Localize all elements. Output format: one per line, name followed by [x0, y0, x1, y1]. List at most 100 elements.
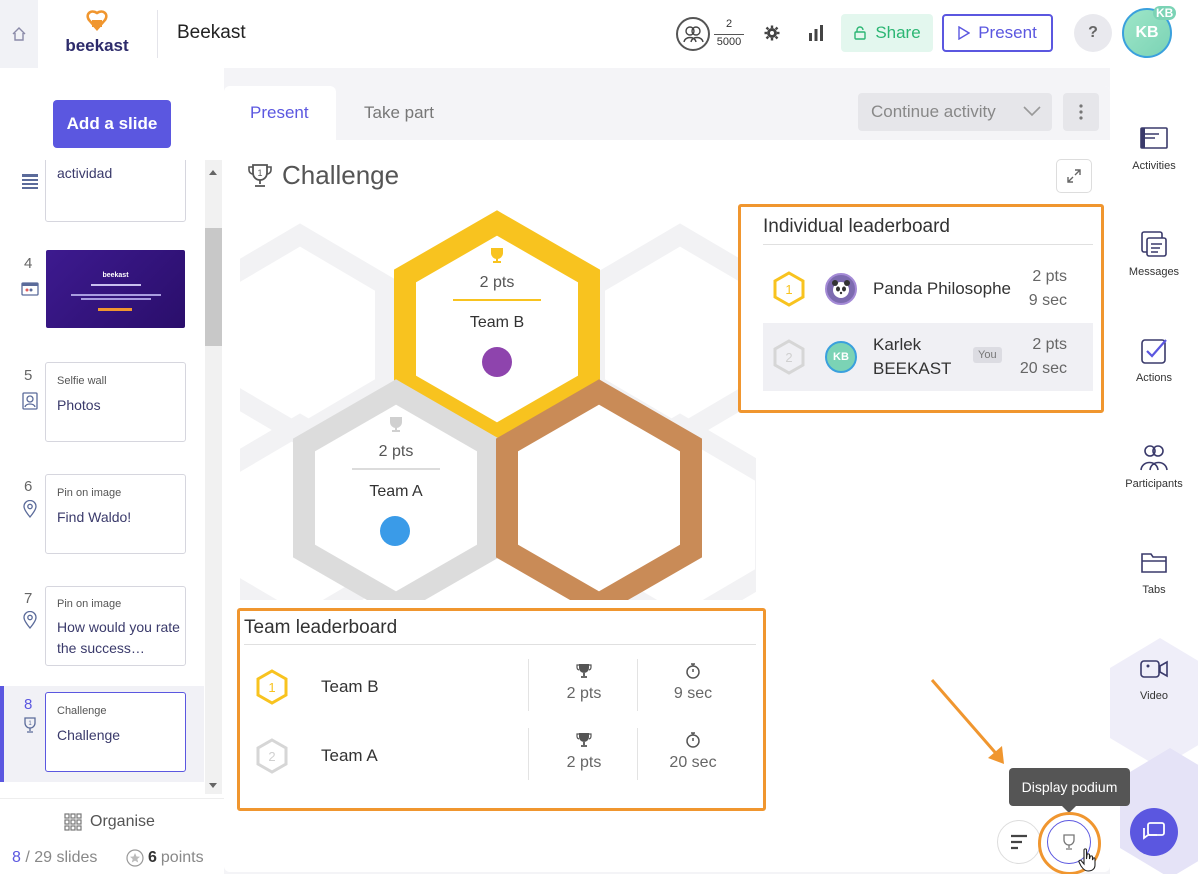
- video-icon: [1140, 660, 1168, 678]
- home-button[interactable]: [0, 0, 38, 68]
- share-label: Share: [875, 23, 921, 42]
- slide-type: Challenge: [57, 705, 107, 717]
- ranking-view-button[interactable]: [997, 820, 1041, 864]
- participant-time: 20 sec: [1019, 360, 1067, 377]
- team-points: 2 pts: [566, 685, 602, 702]
- slide-type: Selfie wall: [57, 375, 107, 387]
- rail-label: Tabs: [1142, 584, 1166, 596]
- slide-item-form[interactable]: Form actividad: [0, 160, 204, 224]
- add-slide-button[interactable]: Add a slide: [53, 100, 171, 148]
- slide-number: 7: [24, 590, 33, 607]
- svg-text:1: 1: [785, 282, 792, 297]
- current-slide-number: 8: [12, 849, 21, 866]
- slide-number: 4: [24, 255, 33, 272]
- participant-time: 9 sec: [1028, 292, 1067, 309]
- settings-button[interactable]: [758, 19, 786, 47]
- slide-item-5[interactable]: 5 Selfie wall Photos: [0, 360, 204, 450]
- slide-number: 8: [24, 696, 33, 713]
- slide-item-7[interactable]: 7 Pin on image How would you rate the su…: [0, 584, 204, 680]
- first-place-team: Team B: [470, 314, 524, 331]
- slide-type: Pin on image: [57, 598, 122, 610]
- team-row: 2 Team A 2 pts 20 sec: [240, 724, 763, 792]
- participant-points: 2 pts: [1032, 336, 1067, 353]
- rail-label: Activities: [1132, 160, 1176, 172]
- rail-item-tabs[interactable]: Tabs: [1110, 548, 1198, 596]
- scrollbar-thumb[interactable]: [205, 228, 222, 346]
- slide-thumbnail[interactable]: beekast: [46, 250, 185, 328]
- slide-title: Find Waldo!: [57, 509, 132, 525]
- points-value: 6: [148, 849, 157, 866]
- slide-card[interactable]: Challenge Challenge: [45, 692, 186, 772]
- pin-icon: [23, 500, 37, 518]
- participant-name: Panda Philosophe: [873, 279, 1012, 298]
- display-podium-tooltip: Display podium: [1009, 768, 1130, 806]
- first-place-team-dot: [482, 347, 512, 377]
- rail-item-video[interactable]: Video: [1110, 654, 1198, 702]
- play-icon: [958, 26, 971, 40]
- rail-item-participants[interactable]: Participants: [1110, 442, 1198, 490]
- scroll-down-icon[interactable]: [208, 782, 218, 790]
- slides-footer: Organise 8 / 29 slides 6 points: [0, 798, 224, 874]
- team-points-cell: 2 pts: [530, 661, 638, 703]
- panda-icon: [832, 280, 850, 298]
- team-time-cell: 20 sec: [639, 730, 747, 772]
- continue-activity-dropdown[interactable]: Continue activity: [858, 93, 1052, 131]
- leaderboard-row-current-user: 2 KB Karlek BEEKAST You 2 pts 20 sec: [763, 323, 1093, 391]
- right-sidebar: Activities Messages Actions Participants…: [1110, 68, 1198, 874]
- slide-type: Pin on image: [57, 487, 122, 499]
- individual-leaderboard-title: Individual leaderboard: [763, 216, 950, 237]
- rail-label: Video: [1140, 690, 1168, 702]
- fullscreen-button[interactable]: [1056, 159, 1092, 193]
- participants-counter[interactable]: 2 5000: [676, 15, 746, 53]
- hand-cursor-icon: [1078, 848, 1096, 872]
- panda-avatar: [825, 273, 857, 305]
- thumbnail-text-line: [81, 298, 151, 300]
- svg-text:1: 1: [268, 680, 275, 695]
- rank-badge-gold: 1: [773, 271, 805, 307]
- svg-text:2: 2: [268, 749, 275, 764]
- activity-title: 1 Challenge: [246, 160, 399, 191]
- expand-icon: [1067, 169, 1081, 183]
- tab-present[interactable]: Present: [224, 86, 336, 140]
- rail-item-activities[interactable]: Activities: [1110, 124, 1198, 172]
- slide-title: actividad: [57, 165, 113, 181]
- share-button[interactable]: Share: [841, 14, 933, 52]
- tab-take-part[interactable]: Take part: [338, 86, 460, 140]
- counter-divider: [714, 34, 744, 35]
- slide-item-4[interactable]: 4 beekast: [0, 248, 204, 338]
- rail-item-actions[interactable]: Actions: [1110, 336, 1198, 384]
- logo-icon: [86, 10, 108, 31]
- slide-card[interactable]: Form actividad: [45, 160, 186, 222]
- beekast-logo[interactable]: beekast: [62, 10, 132, 58]
- slide-card[interactable]: Selfie wall Photos: [45, 362, 186, 442]
- slide-item-6[interactable]: 6 Pin on image Find Waldo!: [0, 472, 204, 562]
- present-button[interactable]: Present: [942, 14, 1053, 52]
- rank-badge-silver: 2: [773, 339, 805, 375]
- leaderboard-row: 1 Panda Philosophe 2 pts 9 sec: [763, 255, 1093, 323]
- slide-item-8[interactable]: 8 1 Challenge Challenge: [0, 686, 204, 782]
- more-options-button[interactable]: [1063, 93, 1099, 131]
- thumbnail-text-line: [91, 284, 141, 286]
- rail-item-messages[interactable]: Messages: [1110, 230, 1198, 278]
- header-divider: [157, 10, 158, 58]
- svg-text:1: 1: [28, 721, 32, 727]
- selfie-icon: [22, 392, 38, 410]
- slide-card[interactable]: Pin on image Find Waldo!: [45, 474, 186, 554]
- chat-icon: [1143, 822, 1165, 840]
- active-slide-indicator: [0, 686, 4, 782]
- home-icon: [12, 27, 26, 41]
- team-row: 1 Team B 2 pts 9 sec: [240, 655, 763, 723]
- rail-label: Participants: [1125, 478, 1183, 490]
- activity-title-text: Challenge: [282, 160, 400, 190]
- trophy-icon: 1: [248, 163, 272, 187]
- avatar-badge: KB: [1153, 6, 1177, 20]
- statistics-button[interactable]: [802, 19, 830, 47]
- organise-button[interactable]: Organise: [64, 813, 155, 831]
- scroll-up-icon[interactable]: [208, 168, 218, 176]
- organise-label: Organise: [90, 813, 155, 830]
- slide-card[interactable]: Pin on image How would you rate the succ…: [45, 586, 186, 666]
- chat-button[interactable]: [1130, 808, 1178, 856]
- help-button[interactable]: ?: [1074, 14, 1112, 52]
- participants-current: 2: [725, 18, 733, 30]
- trophy-icon: [576, 733, 592, 747]
